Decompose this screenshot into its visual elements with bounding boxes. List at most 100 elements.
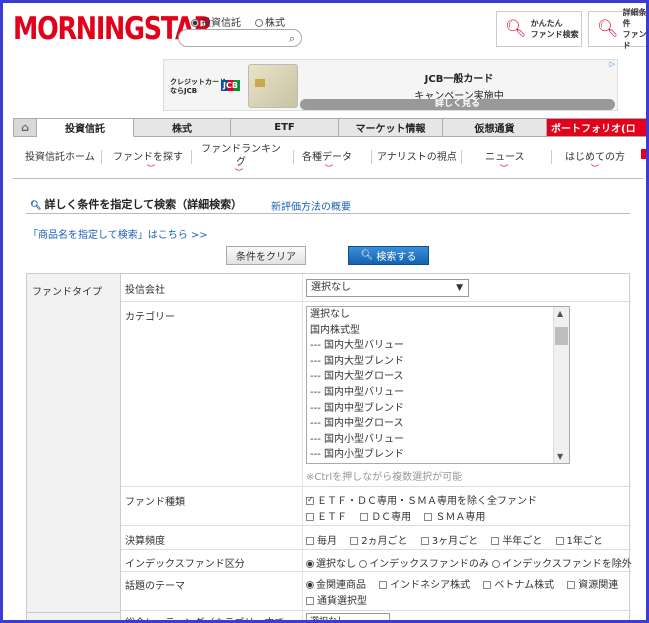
radio-stock[interactable]: 株式 — [255, 14, 285, 29]
index-option-exclude-label: インデックスファンドを除外 — [502, 559, 632, 570]
theme-option-label: インドネシア株式 — [390, 580, 471, 591]
scroll-thumb[interactable] — [555, 327, 568, 345]
category-option[interactable]: 選択なし — [307, 307, 569, 323]
checkbox[interactable] — [555, 537, 564, 545]
settlement-option-label: 2ヵ月ごと — [361, 536, 408, 547]
card-chip — [255, 79, 265, 87]
theme-option[interactable]: インドネシア株式 — [379, 580, 470, 591]
tab-etf[interactable]: ETF — [231, 118, 339, 137]
subnav-separator — [191, 150, 192, 164]
fund-kind-sma-option[interactable]: ＳＭＡ専用 — [424, 512, 485, 523]
rating-select[interactable]: 選択なし — [306, 613, 390, 620]
settlement-option[interactable]: 毎月 — [306, 536, 337, 547]
theme-option[interactable]: 金関連商品 — [306, 580, 366, 591]
checkbox[interactable] — [379, 581, 388, 589]
theme-option[interactable]: ベトナム株式 — [483, 580, 554, 591]
name-search-link[interactable]: 「商品名を指定して検索」はこちら >> — [28, 226, 208, 241]
scroll-down-icon[interactable]: ▼ — [557, 452, 563, 461]
category-option[interactable]: --- 国内大型グロース — [307, 369, 569, 385]
fund-kind-dc-label: ＤＣ専用 — [371, 512, 412, 523]
settlement-option[interactable]: 半年ごと — [491, 536, 542, 547]
jcb-ad-banner[interactable]: クレジットカード ならJCB JCB JCB一般カード キャンペーン実施中 詳し… — [163, 59, 618, 111]
checkbox[interactable] — [306, 537, 314, 545]
subnav-analyst-view[interactable]: アナリストの視点 — [377, 151, 457, 164]
radio[interactable] — [492, 560, 501, 568]
ad-cta-button[interactable]: 詳しく見る — [300, 99, 615, 110]
index-option-exclude[interactable]: インデックスファンドを除外 — [492, 559, 632, 570]
company-select[interactable]: 選択なし ▼ — [306, 279, 469, 297]
settlement-option[interactable]: 3ヶ月ごと — [420, 536, 478, 547]
category-option[interactable]: --- 国内小型ブレンド — [307, 447, 569, 463]
radio-fund-label: 投資信託 — [201, 18, 241, 29]
detailed-search-title-text: 詳しく条件を指定して検索（詳細検索） — [44, 198, 243, 211]
checkbox[interactable] — [567, 581, 576, 589]
detailed-fund-search-button[interactable]: 🔍︎ 詳細条件 ファンド — [588, 8, 646, 50]
category-option[interactable]: --- 国内大型ブレンド — [307, 354, 569, 370]
theme-options-row2: 通貨選択型 — [306, 592, 377, 607]
search-icon[interactable]: ⌕ — [289, 32, 295, 46]
listbox-scrollbar[interactable]: ▲ ▼ — [553, 307, 569, 463]
category-option[interactable]: --- 国内中型バリュー — [307, 385, 569, 401]
subnav-red-marker — [641, 149, 646, 159]
fund-kind-all-option[interactable]: ＥＴＦ・ＤＣ専用・ＳＭＡ専用を除く全ファンド — [306, 492, 537, 507]
checkbox[interactable] — [424, 513, 433, 521]
home-tab[interactable]: ⌂ — [13, 118, 37, 137]
settlement-option-label: 1年ごと — [566, 536, 603, 547]
subnav-fund-home[interactable]: 投資信託ホーム — [25, 151, 95, 164]
radio-stock-icon[interactable] — [255, 19, 263, 27]
home-icon: ⌂ — [21, 121, 29, 134]
tab-investment-trust[interactable]: 投資信託 — [37, 118, 134, 137]
checkbox[interactable] — [350, 537, 359, 545]
easy-fund-search-button[interactable]: 🔍︎ かんたん ファンド検索 — [496, 11, 582, 47]
checkbox[interactable] — [360, 513, 369, 521]
checkbox-checked[interactable] — [306, 495, 314, 505]
tab-stock[interactable]: 株式 — [134, 118, 231, 137]
category-option[interactable]: --- 国内中型ブレンド — [307, 401, 569, 417]
row-divider — [121, 610, 631, 611]
theme-option[interactable]: 資源関連 — [567, 580, 618, 591]
subnav-separator — [293, 150, 294, 164]
search-button-label: 検索する — [376, 252, 417, 263]
magnifier-icon: 🔍︎ — [505, 18, 527, 39]
tab-portfolio[interactable]: ポートフォリオ(ロ — [547, 118, 646, 137]
row-divider — [121, 525, 631, 526]
index-fund-options: 選択なし インデックスファンドのみ インデックスファンドを除外 — [306, 555, 632, 570]
subnav-fund-ranking[interactable]: ファンドランキン グ — [197, 143, 285, 169]
radio-fund[interactable]: 投資信託 — [191, 14, 241, 29]
rating-method-link[interactable]: 新評価方法の概要 — [271, 198, 351, 213]
settlement-option[interactable]: 2ヵ月ごと — [350, 536, 408, 547]
radio-selected[interactable] — [306, 581, 314, 589]
fund-kind-etf-label: ＥＴＦ — [317, 512, 347, 523]
search-button[interactable]: 🔍︎ 検索する — [348, 246, 429, 265]
radio-fund-icon[interactable] — [191, 19, 199, 27]
radio[interactable] — [359, 560, 368, 568]
checkbox[interactable] — [420, 537, 429, 545]
checkbox[interactable] — [483, 581, 492, 589]
index-option-only[interactable]: インデックスファンドのみ — [359, 559, 489, 570]
checkbox[interactable] — [306, 513, 314, 521]
checkbox[interactable] — [306, 597, 314, 605]
radio-selected[interactable] — [306, 560, 314, 568]
easy-fund-search-label: かんたん ファンド検索 — [530, 19, 579, 39]
checkbox[interactable] — [491, 537, 500, 545]
subnav-separator — [101, 150, 102, 164]
category-option[interactable]: --- 国内中型グロース — [307, 416, 569, 432]
header-search-input[interactable]: ⌕ — [178, 29, 302, 47]
adchoices-icon[interactable]: ▷ — [610, 60, 615, 68]
subnav-separator — [371, 150, 372, 164]
category-option[interactable]: --- 国内小型バリュー — [307, 432, 569, 448]
fund-kind-etf-option[interactable]: ＥＴＦ — [306, 512, 347, 523]
settlement-option[interactable]: 1年ごと — [555, 536, 603, 547]
category-listbox[interactable]: 選択なし 国内株式型 --- 国内大型バリュー --- 国内大型ブレンド ---… — [306, 306, 570, 464]
scroll-up-icon[interactable]: ▲ — [557, 309, 563, 318]
tab-crypto[interactable]: 仮想通貨 — [443, 118, 547, 137]
radio-stock-label: 株式 — [265, 18, 285, 29]
category-option[interactable]: 国内株式型 — [307, 323, 569, 339]
theme-option[interactable]: 通貨選択型 — [306, 596, 367, 607]
clear-conditions-button[interactable]: 条件をクリア — [226, 246, 306, 265]
tab-market-info[interactable]: マーケット情報 — [339, 118, 443, 137]
index-option-none[interactable]: 選択なし — [306, 559, 356, 570]
category-option[interactable]: --- 国内大型バリュー — [307, 338, 569, 354]
row-divider — [121, 301, 631, 302]
fund-kind-dc-option[interactable]: ＤＣ専用 — [360, 512, 411, 523]
